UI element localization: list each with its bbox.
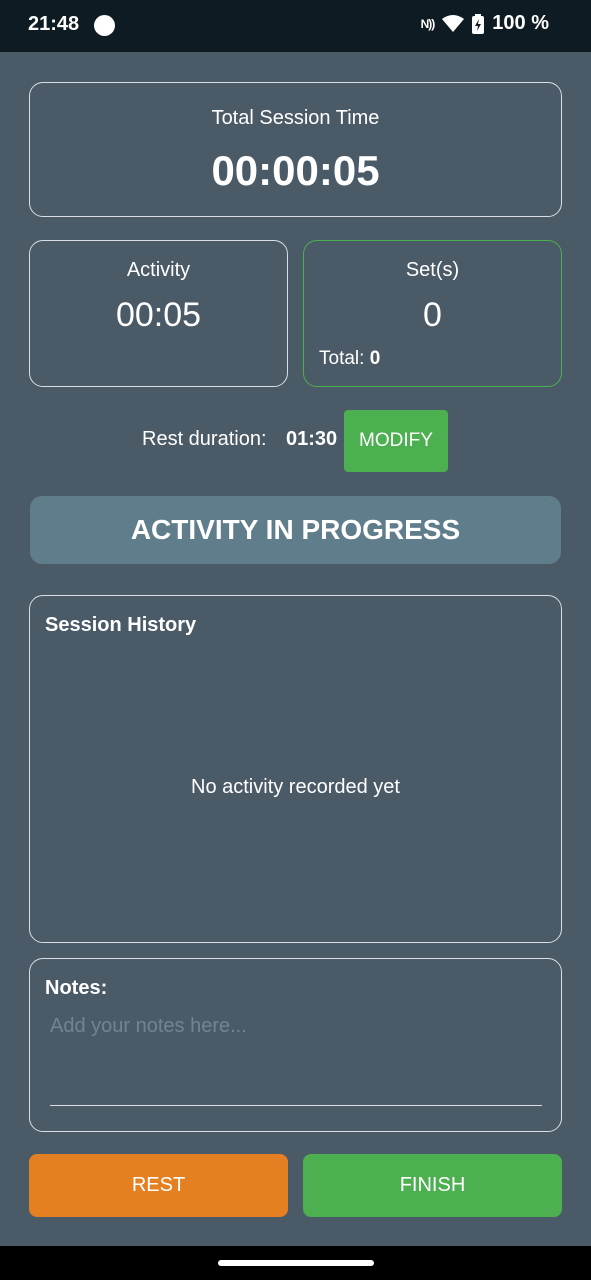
total-session-label: Total Session Time bbox=[211, 107, 380, 129]
sets-count: 0 bbox=[423, 296, 442, 334]
rest-duration-value: 01:30 bbox=[286, 428, 338, 450]
finish-button[interactable]: FINISH bbox=[303, 1154, 562, 1217]
status-icons: N)) 100 % bbox=[421, 12, 549, 35]
notes-title: Notes: bbox=[45, 977, 108, 999]
sets-total-value: 0 bbox=[369, 348, 381, 369]
activity-status-banner: ACTIVITY IN PROGRESS bbox=[30, 496, 561, 564]
activity-timer: 00:05 bbox=[115, 296, 202, 334]
rest-duration-label: Rest duration: bbox=[142, 428, 267, 450]
sets-card[interactable]: Set(s) 0 Total: 0 bbox=[303, 240, 562, 387]
sets-total: Total: 0 bbox=[319, 348, 380, 370]
status-bar: 21:48 N)) 100 % bbox=[0, 0, 591, 52]
battery-percent: 100 % bbox=[492, 12, 549, 34]
modify-button[interactable]: MODIFY bbox=[344, 410, 448, 472]
session-history-panel: Session History No activity recorded yet bbox=[29, 595, 562, 943]
notification-dot-icon bbox=[94, 15, 115, 36]
nfc-icon: N)) bbox=[420, 16, 436, 31]
battery-charging-icon bbox=[472, 13, 485, 34]
wifi-icon bbox=[442, 14, 465, 33]
notes-input[interactable] bbox=[50, 1015, 542, 1106]
rest-button[interactable]: REST bbox=[29, 1154, 288, 1217]
activity-label: Activity bbox=[126, 259, 191, 281]
activity-card: Activity 00:05 bbox=[29, 240, 288, 387]
sets-total-label: Total: bbox=[319, 348, 365, 369]
total-session-timer: 00:00:05 bbox=[211, 147, 380, 194]
total-session-card: Total Session Time 00:00:05 bbox=[29, 82, 562, 217]
home-gesture-handle[interactable] bbox=[218, 1260, 374, 1266]
status-time: 21:48 bbox=[28, 13, 80, 35]
session-history-title: Session History bbox=[45, 614, 197, 636]
navigation-bar bbox=[0, 1246, 591, 1280]
sets-label: Set(s) bbox=[405, 259, 460, 281]
notes-panel: Notes: bbox=[29, 958, 562, 1132]
session-history-empty-text: No activity recorded yet bbox=[191, 776, 400, 798]
